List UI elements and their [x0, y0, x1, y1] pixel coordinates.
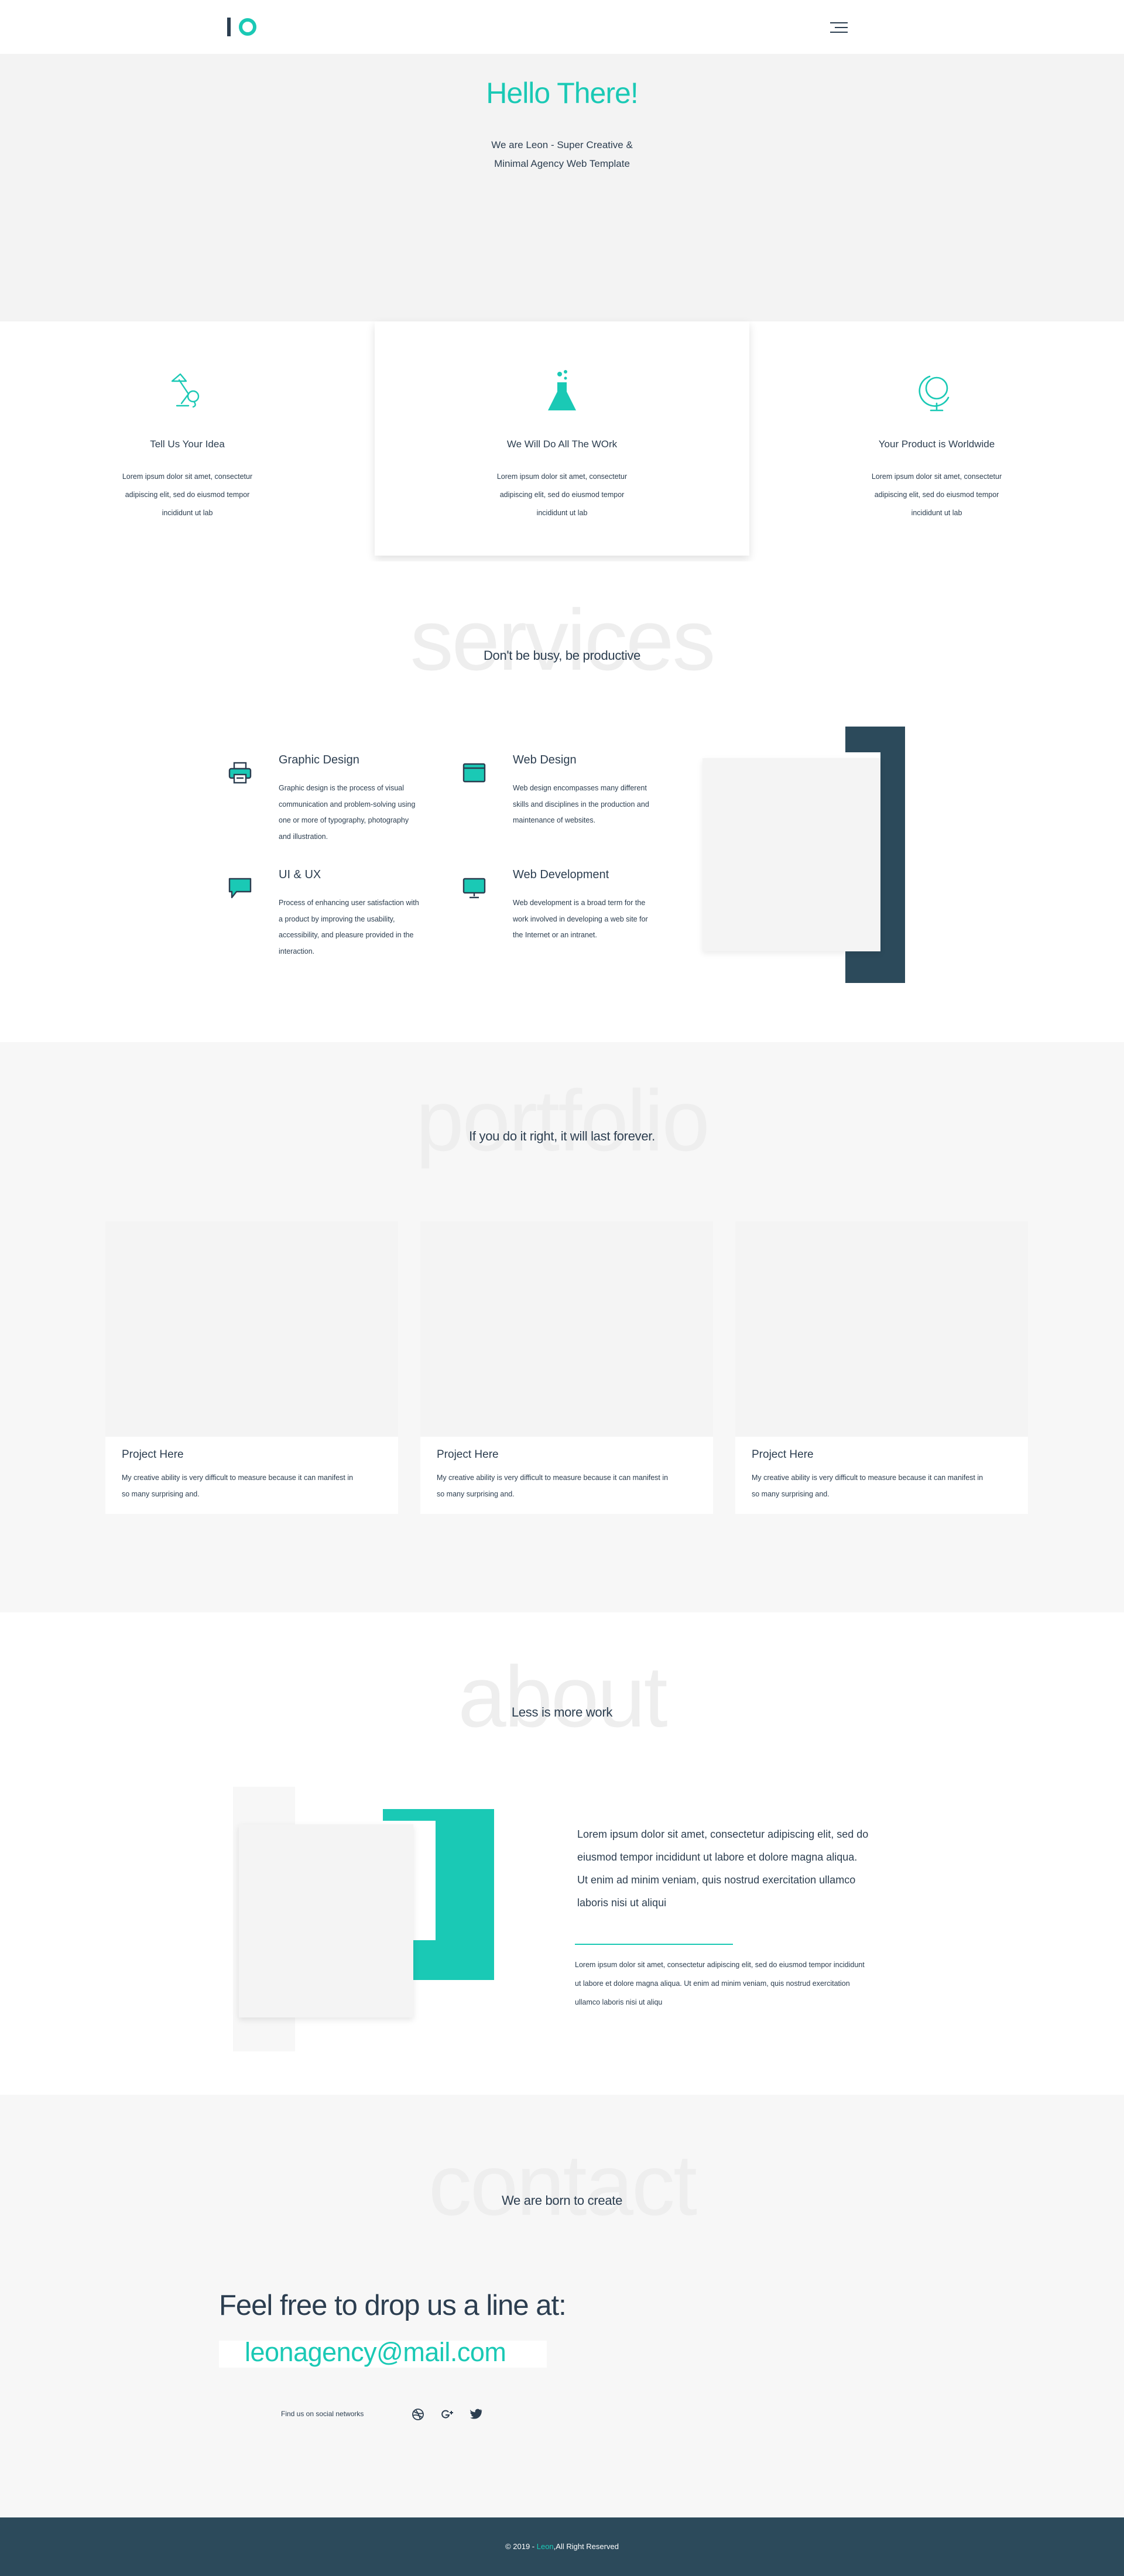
- feature-text: Lorem ipsum dolor sit amet, consectetur …: [122, 472, 253, 517]
- project-image[interactable]: [105, 1221, 398, 1437]
- hamburger-menu-icon[interactable]: [830, 22, 848, 34]
- feature-card: Tell Us Your Idea Lorem ipsum dolor sit …: [0, 321, 375, 556]
- services-image-placeholder: [702, 758, 880, 951]
- browser-window-icon: [462, 763, 486, 783]
- copyright-text: © 2019 - Leon,All Right Reserved: [0, 2542, 1124, 2551]
- project-image[interactable]: [735, 1221, 1028, 1437]
- globe-icon: [919, 375, 950, 412]
- portfolio-section: portfolio If you do it right, it will la…: [0, 1042, 1124, 1612]
- project-title[interactable]: Project Here: [437, 1448, 499, 1461]
- portfolio-bg-word: portfolio: [416, 1073, 710, 1169]
- footer-brand-link[interactable]: Leon: [537, 2542, 554, 2551]
- feature-text: Lorem ipsum dolor sit amet, consectetur …: [496, 472, 628, 517]
- contact-email-box[interactable]: leonagency@mail.com: [219, 2337, 547, 2368]
- about-image-placeholder: [239, 1824, 413, 2017]
- project-text: My creative ability is very difficult to…: [437, 1474, 669, 1498]
- printer-icon: [228, 762, 252, 784]
- services-bg-word: services: [410, 592, 716, 688]
- logo-ring: [239, 18, 256, 36]
- service-title: Web Design: [513, 753, 577, 766]
- contact-email-link[interactable]: leonagency@mail.com: [245, 2337, 506, 2368]
- service-text: Graphic design is the process of visual …: [279, 784, 416, 841]
- project-card[interactable]: Project Here My creative ability is very…: [420, 1221, 713, 1514]
- project-text: My creative ability is very difficult to…: [122, 1474, 354, 1498]
- hero-subtitle: We are Leon - Super Creative & Minimal A…: [491, 139, 633, 169]
- project-text: My creative ability is very difficult to…: [752, 1474, 984, 1498]
- feature-card: Your Product is Worldwide Lorem ipsum do…: [749, 321, 1124, 556]
- social-label: Find us on social networks: [281, 2410, 364, 2418]
- io-logo[interactable]: [227, 18, 256, 36]
- site-footer: © 2019 - Leon,All Right Reserved: [0, 2517, 1124, 2576]
- copyright-suffix: ,All Right Reserved: [553, 2542, 619, 2551]
- dribbble-icon[interactable]: [411, 2407, 425, 2421]
- services-tagline: Don't be busy, be productive: [483, 648, 641, 663]
- about-bg-word: about: [458, 1649, 667, 1745]
- feature-title: We Will Do All The WOrk: [506, 439, 618, 450]
- feature-text: Lorem ipsum dolor sit amet, consectetur …: [871, 472, 1002, 517]
- project-title[interactable]: Project Here: [122, 1448, 184, 1461]
- project-card[interactable]: Project Here My creative ability is very…: [105, 1221, 398, 1514]
- features-section: Tell Us Your Idea Lorem ipsum dolor sit …: [0, 321, 1124, 561]
- feature-card-active: We Will Do All The WOrk Lorem ipsum dolo…: [375, 321, 749, 556]
- about-divider: [575, 1944, 733, 1945]
- contact-tagline: We are born to create: [501, 2193, 623, 2208]
- twitter-icon[interactable]: [470, 2407, 484, 2421]
- monitor-icon: [462, 878, 486, 899]
- service-text: Process of enhancing user satisfaction w…: [279, 899, 419, 955]
- feature-title: Tell Us Your Idea: [150, 439, 225, 450]
- contact-title: Feel free to drop us a line at:: [219, 2290, 567, 2321]
- about-tagline: Less is more work: [511, 1705, 613, 1719]
- feature-title: Your Product is Worldwide: [878, 439, 995, 450]
- service-text: Web design encompasses many different sk…: [513, 784, 649, 824]
- service-title: UI & UX: [279, 868, 321, 881]
- copyright-prefix: © 2019 -: [505, 2542, 537, 2551]
- project-title[interactable]: Project Here: [752, 1448, 814, 1461]
- service-text: Web development is a broad term for the …: [513, 899, 648, 939]
- service-title: Graphic Design: [279, 753, 359, 766]
- flask-icon: [548, 370, 576, 410]
- logo-bar: [227, 18, 231, 36]
- google-plus-icon[interactable]: [440, 2407, 454, 2421]
- project-card[interactable]: Project Here My creative ability is very…: [735, 1221, 1028, 1514]
- about-body-text: Lorem ipsum dolor sit amet, consectetur …: [575, 1961, 865, 2006]
- site-header: [0, 0, 1124, 54]
- service-title: Web Development: [513, 868, 609, 881]
- hero-title: Hello There!: [486, 77, 638, 109]
- about-lead-text: Lorem ipsum dolor sit amet, consectetur …: [577, 1828, 869, 1909]
- hero-section: Hello There! We are Leon - Super Creativ…: [0, 54, 1124, 321]
- contact-bg-word: contact: [428, 2137, 697, 2234]
- about-section: about Less is more work Lorem ipsum dolo…: [0, 1612, 1124, 2095]
- chat-bubble-icon: [228, 878, 252, 899]
- project-image[interactable]: [420, 1221, 713, 1437]
- desk-lamp-icon: [171, 373, 200, 408]
- services-section: services Don't be busy, be productive Gr…: [0, 561, 1124, 1042]
- portfolio-tagline: If you do it right, it will last forever…: [469, 1129, 655, 1143]
- contact-section: contact We are born to create Feel free …: [0, 2095, 1124, 2517]
